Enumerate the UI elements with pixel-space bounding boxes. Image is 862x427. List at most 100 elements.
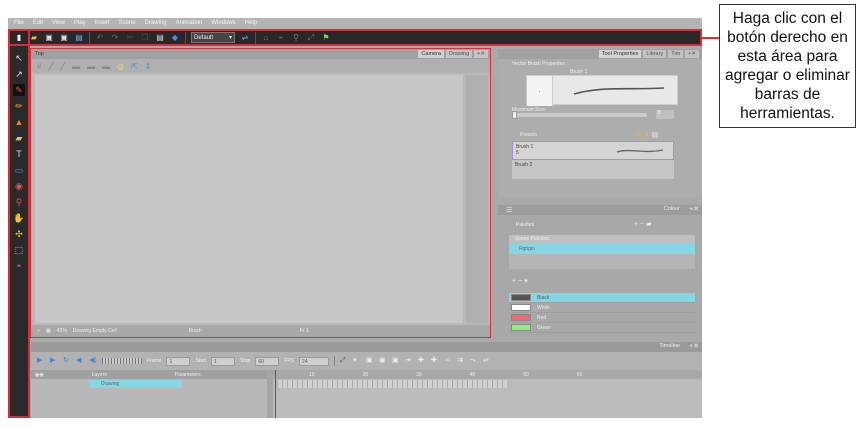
add-view-icon[interactable]: +✕ [685, 50, 699, 58]
first-frame-icon[interactable]: ◀ [76, 357, 84, 365]
menu-help[interactable]: Help [245, 18, 257, 29]
properties-tabs: Tool Properties Library Tim +✕ [598, 49, 699, 59]
swatch-white[interactable]: White [509, 303, 695, 313]
extend-icon[interactable]: ⇥ [405, 357, 413, 365]
shape-icon[interactable]: ▬ [102, 62, 110, 71]
stop-field[interactable]: 60 [255, 356, 280, 366]
menu-windows[interactable]: Windows [211, 18, 235, 29]
zoom-value[interactable]: 43% [57, 328, 67, 334]
brush-stroke-icon [573, 87, 665, 95]
line-icon[interactable]: ╱ [48, 62, 53, 71]
swatch-color [511, 304, 531, 311]
add-view-icon[interactable]: +✕ [689, 342, 699, 350]
tab-timeline[interactable]: Timeline [659, 343, 680, 349]
menu-drawing[interactable]: Drawing [145, 18, 167, 29]
new-preset-icon[interactable]: ✎ [636, 132, 642, 139]
swatch-red[interactable]: Red [509, 313, 695, 323]
add-swatch-icon[interactable]: + [512, 278, 516, 285]
add-view-icon[interactable]: +✕ [689, 205, 699, 213]
timeline-layers: ◉◉ Layers Parameters Drawing [31, 370, 267, 418]
playback-speed-slider[interactable] [102, 358, 142, 364]
harmony-window: File Edit View Play Insert Scene Drawing… [8, 18, 702, 418]
swatch-black[interactable]: Black [509, 293, 695, 303]
tween-icon[interactable]: ⤳ [470, 357, 478, 365]
line-icon[interactable]: ╱ [60, 62, 65, 71]
tab-tool-properties[interactable]: Tool Properties [598, 50, 642, 58]
swatch-green[interactable]: Green [509, 323, 695, 333]
toolbar-separator [334, 356, 336, 366]
palette-options-icon[interactable]: ▰ [646, 221, 651, 228]
add-key-icon[interactable]: ✚ [418, 357, 426, 365]
remove-swatch-icon[interactable]: − [518, 278, 522, 285]
status-tool: Brush [188, 328, 202, 334]
onion-skin-icon[interactable]: ◍ [117, 62, 124, 71]
status-empty-cell: Drawing Empty Cell [72, 328, 117, 334]
slider-knob[interactable] [512, 111, 517, 119]
light-icon[interactable]: ● [37, 328, 40, 334]
grid-icon[interactable]: # [37, 62, 41, 71]
palettes-label: Palettes [516, 222, 535, 228]
tab-drawing[interactable]: Drawing [445, 50, 473, 58]
parameters-label: Parameters [174, 371, 201, 378]
tool-properties-panel: Tool Properties Library Tim +✕ Vector Br… [498, 49, 702, 197]
frame-cells[interactable] [277, 380, 507, 388]
expand-icon[interactable]: ⇔ [444, 357, 452, 365]
menu-edit[interactable]: Edit [33, 18, 43, 29]
add-palette-icon[interactable]: + [634, 221, 638, 228]
max-size-value[interactable]: 5 [656, 110, 674, 119]
start-field[interactable]: 1 [211, 356, 236, 366]
menu-insert[interactable]: Insert [95, 18, 110, 29]
menu-view[interactable]: View [52, 18, 65, 29]
duplicate-icon[interactable]: ▣ [379, 357, 387, 365]
properties-title: Vector Brush Properties [512, 61, 565, 67]
flip-icon[interactable]: ⇕ [145, 62, 152, 71]
tab-camera[interactable]: Camera [418, 50, 444, 58]
palette-list-empty [509, 254, 695, 269]
fps-field[interactable]: 24 [299, 356, 330, 366]
remove-palette-icon[interactable]: − [640, 221, 644, 228]
stop-motion-icon[interactable]: ⇌ [483, 357, 491, 365]
playhead[interactable] [275, 370, 276, 418]
clone-icon[interactable]: ▣ [392, 357, 400, 365]
layer-visibility-icon[interactable]: ◉◉ [35, 372, 44, 378]
camera-scroll-area[interactable] [466, 75, 488, 323]
preset-brush-1[interactable]: Brush 1 5 [512, 141, 674, 160]
onion-skin-icon[interactable]: ⤢ [340, 357, 348, 365]
shape-icon[interactable]: ▬ [87, 62, 95, 71]
menu-play[interactable]: Play [74, 18, 86, 29]
camera-canvas[interactable] [35, 75, 463, 323]
tab-library[interactable]: Library [643, 50, 667, 58]
drawing-icon[interactable]: ▣ [366, 357, 374, 365]
colour-swatch-list: Black White Red Green [509, 293, 695, 333]
keyframe-icon[interactable]: ▾ [353, 357, 361, 365]
preset-brush-2[interactable]: Brush 2 [512, 160, 674, 179]
motion-key-icon[interactable]: ⇉ [457, 357, 465, 365]
menu-scene[interactable]: Scene [119, 18, 136, 29]
camera-top-label: Top [35, 51, 44, 57]
sound-icon[interactable]: ◀) [89, 357, 97, 365]
frame-field[interactable]: 1 [166, 356, 191, 366]
swatch-menu-icon[interactable]: ▾ [524, 278, 528, 285]
menu-animation[interactable]: Animation [176, 18, 203, 29]
max-size-slider[interactable] [512, 111, 647, 119]
menu-file[interactable]: File [14, 18, 24, 29]
panel-menu-icon[interactable]: ☰ [506, 206, 512, 214]
layer-row-drawing[interactable]: Drawing [89, 380, 181, 388]
tab-colour[interactable]: Colour [664, 206, 680, 212]
save-preset-icon[interactable]: ✎ [644, 132, 650, 139]
add-view-icon[interactable]: +✕ [474, 50, 488, 58]
brush-dot-icon: · [527, 76, 553, 106]
play-icon[interactable]: ▶ [37, 357, 45, 365]
remove-key-icon[interactable]: ✚ [431, 357, 439, 365]
grid-toggle-icon[interactable]: ▦ [46, 328, 51, 334]
reset-view-icon[interactable]: ⇱ [131, 62, 138, 71]
brush-preview[interactable]: · [526, 75, 678, 106]
loop-icon[interactable]: ↻ [63, 357, 71, 365]
play-selection-icon[interactable]: ▶ [50, 357, 58, 365]
preset-menu-icon[interactable]: ▤ [652, 132, 659, 139]
timeline-frames[interactable]: 10 20 30 40 50 60 [273, 370, 702, 418]
shape-icon[interactable]: ▬ [72, 62, 80, 71]
camera-view-panel: Top Camera Drawing +✕ # ╱ ╱ ▬ ▬ ▬ ◍ ⇱ ⇕ … [31, 49, 490, 337]
palette-row-rgrigio[interactable]: Rgrigio [509, 244, 695, 254]
tab-timeline-short[interactable]: Tim [668, 50, 684, 58]
